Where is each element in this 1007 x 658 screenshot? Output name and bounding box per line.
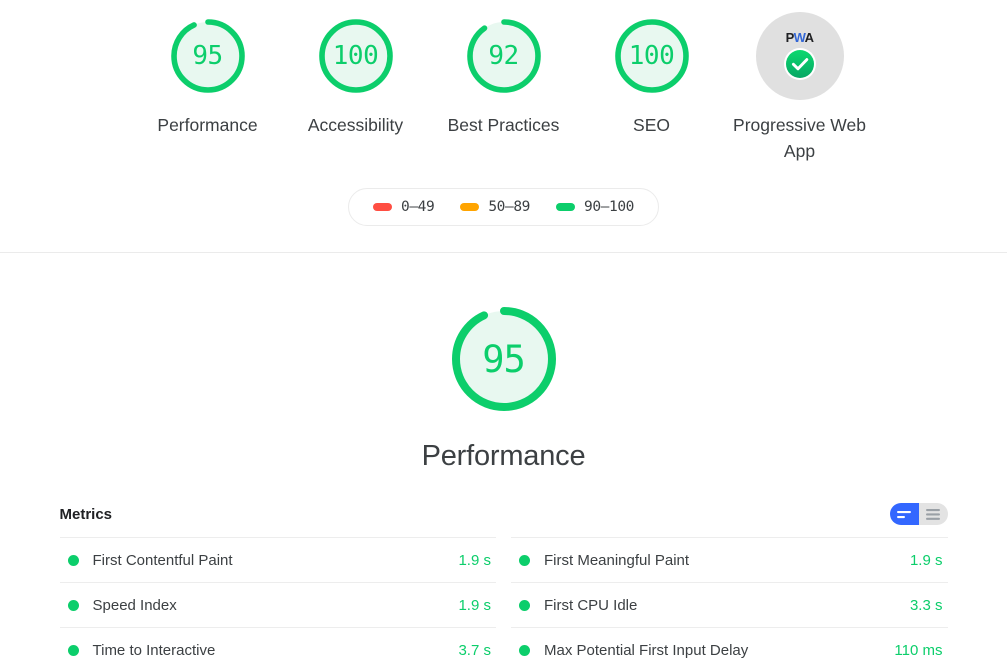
pwa-check-icon (783, 48, 816, 80)
metric-row[interactable]: First CPU Idle 3.3 s (511, 582, 948, 627)
category-title: Performance (421, 440, 586, 472)
metric-rating-dot (519, 599, 530, 611)
metric-row[interactable]: Max Potential First Input Delay 110 ms (511, 627, 948, 658)
score-item-best-practices[interactable]: 92 Best Practices (430, 12, 578, 138)
metric-row[interactable]: First Meaningful Paint 1.9 s (511, 537, 948, 582)
legend-swatch-average (460, 203, 480, 211)
metrics-heading: Metrics (59, 505, 113, 523)
metric-row[interactable]: Speed Index 1.9 s (59, 582, 496, 627)
gauge-performance: 95 (164, 12, 252, 100)
metric-value: 1.9 s (458, 596, 491, 614)
score-label: Accessibility (307, 115, 404, 135)
metrics-grid: First Contentful Paint 1.9 s Speed Index 1.… (59, 537, 948, 658)
legend-swatch-fail (373, 203, 393, 211)
toggle-simple-view[interactable] (889, 503, 919, 525)
summary-lines-icon (896, 510, 911, 518)
category-header: 95 Performance (0, 261, 1007, 473)
score-label: Performance (157, 115, 258, 135)
metric-rating-dot (67, 554, 79, 566)
score-value: 95 (192, 41, 223, 71)
score-item-progressive-web-app[interactable]: PWA Progressive Web App (726, 12, 874, 164)
metrics-view-toggle[interactable] (889, 503, 948, 525)
pwa-badge: PWA (755, 12, 844, 100)
gauge-best-practices: 92 (460, 12, 548, 100)
metric-name: First Meaningful Paint (544, 551, 690, 569)
metric-value: 3.3 s (909, 596, 943, 614)
toggle-expanded-view[interactable] (918, 503, 948, 525)
metric-name: Time to Interactive (92, 641, 216, 658)
score-item-performance[interactable]: 95 Performance (134, 12, 282, 138)
legend-range: 0–49 (401, 199, 435, 215)
scores-strip: 95 Performance 100 Accessibility 92 Best Prac… (0, 0, 1007, 164)
metrics-section: Metrics First Contentful Paint 1.9 s Spe… (59, 503, 948, 658)
metric-rating-dot (519, 554, 530, 566)
pwa-wordmark: PWA (785, 30, 814, 45)
score-label: SEO (633, 115, 670, 135)
legend-pill: 0–49 50–89 90–100 (348, 188, 659, 226)
score-value: 100 (332, 41, 379, 71)
detail-lines-icon (925, 508, 940, 520)
metric-value: 3.7 s (458, 641, 491, 658)
legend-item-fail: 0–49 (373, 199, 435, 215)
performance-gauge[interactable]: 95 (442, 297, 566, 421)
metric-name: First Contentful Paint (92, 551, 233, 569)
metrics-column-left: First Contentful Paint 1.9 s Speed Index 1.… (59, 537, 496, 658)
metrics-header: Metrics (60, 503, 948, 537)
metrics-column-right: First Meaningful Paint 1.9 s First CPU Idl… (511, 537, 948, 658)
legend-item-average: 50–89 (460, 199, 530, 215)
legend-range: 50–89 (488, 199, 530, 215)
metric-rating-dot (67, 644, 79, 656)
metric-rating-dot (519, 644, 530, 656)
score-label: Best Practices (447, 115, 560, 135)
legend-item-pass: 90–100 (556, 199, 634, 215)
legend-swatch-pass (556, 203, 575, 211)
metric-value: 110 ms (894, 641, 943, 658)
score-scale-legend: 0–49 50–89 90–100 (0, 188, 1007, 226)
metric-name: Max Potential First Input Delay (544, 641, 749, 658)
metric-name: Speed Index (92, 596, 177, 614)
metric-value: 1.9 s (458, 551, 491, 569)
score-item-seo[interactable]: 100 SEO (578, 12, 726, 138)
metric-row[interactable]: Time to Interactive 3.7 s (59, 627, 496, 658)
score-item-accessibility[interactable]: 100 Accessibility (282, 12, 430, 138)
gauge-accessibility: 100 (312, 12, 400, 100)
metric-row[interactable]: First Contentful Paint 1.9 s (59, 537, 496, 582)
performance-score-value: 95 (482, 337, 526, 381)
score-value: 92 (488, 41, 519, 71)
lighthouse-report: 95 Performance 100 Accessibility 92 Best Prac… (0, 0, 1007, 658)
score-label: Progressive Web App (733, 115, 866, 161)
metric-value: 1.9 s (909, 551, 943, 569)
gauge-seo: 100 (608, 12, 696, 100)
metric-name: First CPU Idle (544, 596, 638, 614)
score-value: 100 (628, 41, 675, 71)
header-divider (0, 252, 1007, 253)
metric-rating-dot (67, 599, 79, 611)
legend-range: 90–100 (584, 199, 634, 215)
